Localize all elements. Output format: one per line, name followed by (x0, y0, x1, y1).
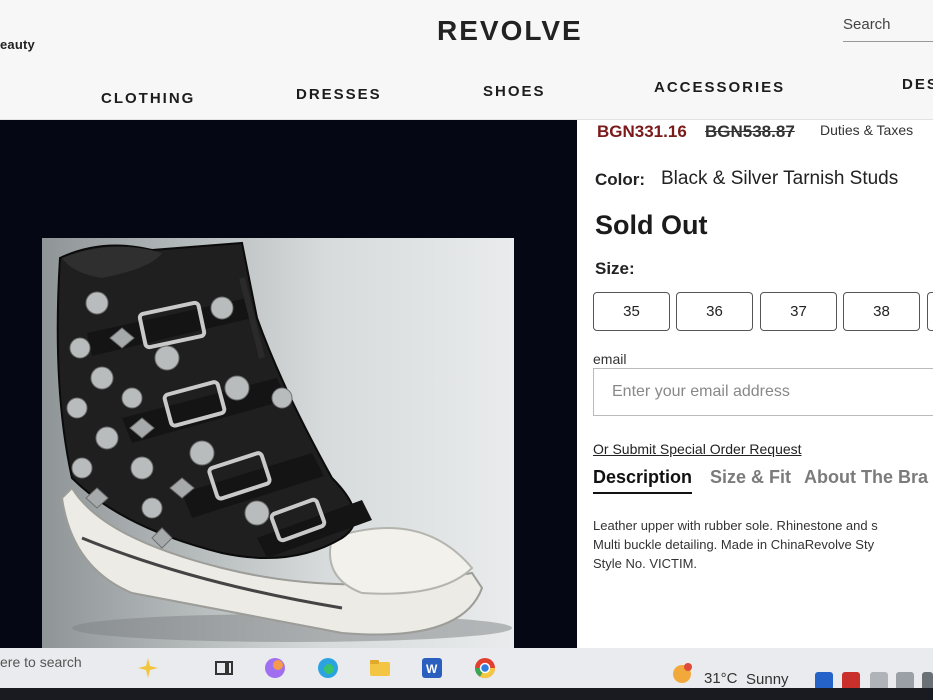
size-label: Size: (595, 259, 635, 278)
chrome-icon[interactable] (473, 656, 497, 680)
search-placeholder: Search (843, 16, 891, 33)
color-value: Black & Silver Tarnish Studs (661, 168, 899, 189)
email-label: email (593, 351, 627, 367)
copilot-app-icon[interactable] (263, 656, 287, 680)
size-option-35[interactable]: 35 (593, 292, 670, 331)
size-option-36[interactable]: 36 (676, 292, 753, 331)
nav-shoes[interactable]: SHOES (483, 83, 546, 100)
file-explorer-icon[interactable] (368, 656, 392, 680)
site-header: eauty REVOLVE Search CLOTHING DRESSES SH… (0, 0, 933, 120)
size-option-more[interactable] (927, 292, 933, 331)
description-line: Leather upper with rubber sole. Rhinesto… (593, 518, 878, 533)
windows-taskbar: ere to search W 31°C Sunny (0, 648, 933, 690)
description-line: Style No. VICTIM. (593, 556, 698, 571)
nav-designers[interactable]: DES (902, 76, 933, 93)
email-field[interactable]: Enter your email address (593, 368, 933, 416)
nav-clothing[interactable]: CLOTHING (101, 90, 195, 107)
size-option-37[interactable]: 37 (760, 292, 837, 331)
email-placeholder: Enter your email address (612, 383, 790, 400)
svg-text:W: W (426, 662, 438, 676)
temperature-text: 31°C (704, 670, 738, 687)
description-line: Multi buckle detailing. Made in ChinaRev… (593, 537, 875, 552)
weather-icon[interactable] (670, 662, 694, 686)
tab-about-brand[interactable]: About The Bra (804, 467, 928, 488)
sale-price: BGN331.16 (597, 122, 687, 141)
nav-accessories[interactable]: ACCESSORIES (654, 79, 785, 96)
nav-dresses[interactable]: DRESSES (296, 86, 382, 103)
color-label: Color: (595, 170, 646, 189)
taskbar-search[interactable]: ere to search (0, 654, 82, 670)
copilot-icon[interactable] (136, 656, 160, 680)
search-input[interactable]: Search (843, 16, 933, 42)
special-order-link[interactable]: Or Submit Special Order Request (593, 441, 802, 457)
monitor-bezel (0, 688, 933, 700)
word-icon[interactable]: W (420, 656, 444, 680)
studded-sneaker-image (56, 241, 512, 642)
edge-icon[interactable] (316, 656, 340, 680)
tab-description[interactable]: Description (593, 467, 693, 494)
size-option-38[interactable]: 38 (843, 292, 920, 331)
product-info-panel: BGN331.16 BGN538.87 Duties & Taxes Color… (577, 120, 933, 648)
weather-condition-text: Sunny (746, 671, 789, 688)
product-image[interactable] (42, 238, 514, 648)
duties-taxes-link[interactable]: Duties & Taxes (820, 122, 913, 138)
revolve-logo[interactable]: REVOLVE (437, 15, 583, 47)
stock-status: Sold Out (595, 210, 708, 240)
tab-size-fit[interactable]: Size & Fit (710, 467, 791, 488)
original-price: BGN538.87 (705, 122, 795, 141)
browser-viewport: eauty REVOLVE Search CLOTHING DRESSES SH… (0, 0, 933, 648)
product-image-panel (0, 120, 577, 648)
task-view-icon[interactable] (212, 656, 236, 680)
nav-beauty-link[interactable]: eauty (0, 37, 35, 52)
